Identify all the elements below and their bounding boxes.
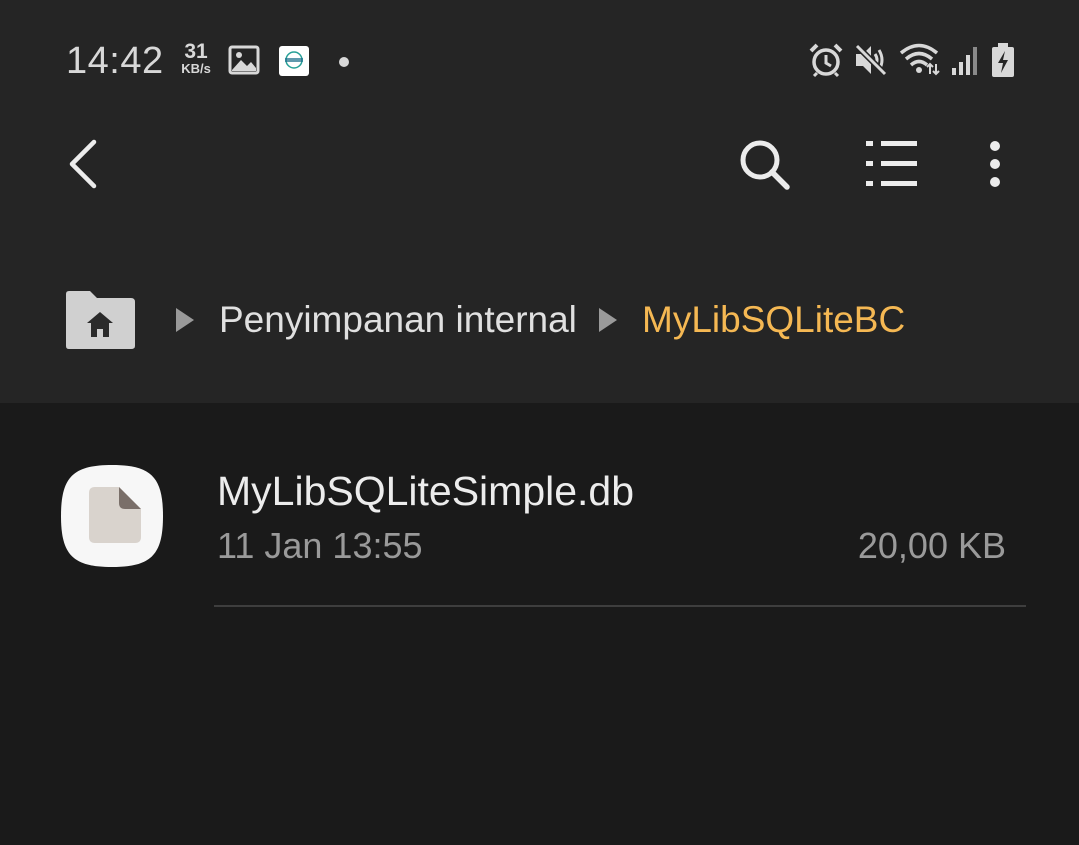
list-item[interactable]: MyLibSQLiteSimple.db 11 Jan 13:55 20,00 … <box>0 403 1079 607</box>
file-name: MyLibSQLiteSimple.db <box>217 468 635 514</box>
alarm-icon <box>808 42 844 83</box>
net-speed-value: 31 <box>184 40 208 63</box>
back-icon <box>69 139 97 189</box>
status-bar: 14:42 31 KB/s <box>0 0 1079 120</box>
more-options-icon <box>990 141 1000 187</box>
signal-icon <box>950 44 980 81</box>
list-view-button[interactable] <box>864 138 920 195</box>
breadcrumb-separator-icon <box>174 306 196 339</box>
list-divider <box>214 605 1026 607</box>
app-notification-icon <box>279 46 309 81</box>
file-size: 20,00 KB <box>857 525 1006 566</box>
net-speed-unit: KB/s <box>181 61 211 76</box>
search-icon <box>740 140 790 190</box>
breadcrumb-home[interactable] <box>64 290 136 355</box>
file-date: 11 Jan 13:55 <box>217 525 423 566</box>
search-button[interactable] <box>737 137 793 198</box>
status-time: 14:42 <box>66 40 164 82</box>
mute-icon <box>853 42 889 83</box>
net-speed-indicator: 31 KB/s <box>176 40 216 76</box>
dot-icon <box>338 55 350 73</box>
battery-charging-icon <box>990 42 1016 83</box>
home-folder-icon <box>66 291 135 349</box>
breadcrumb-item-current-folder[interactable]: MyLibSQLiteBC <box>642 299 905 341</box>
wifi-icon <box>898 42 940 81</box>
more-options-button[interactable] <box>979 138 1011 195</box>
top-header: 14:42 31 KB/s Penyimpanan internal MyLib… <box>0 0 1079 403</box>
back-button[interactable] <box>60 136 110 197</box>
breadcrumb-item-internal-storage[interactable]: Penyimpanan internal <box>219 299 577 341</box>
image-notification-icon <box>228 44 260 81</box>
breadcrumb-separator-icon <box>597 306 619 339</box>
list-view-icon <box>866 141 917 186</box>
generic-file-icon <box>61 465 163 567</box>
